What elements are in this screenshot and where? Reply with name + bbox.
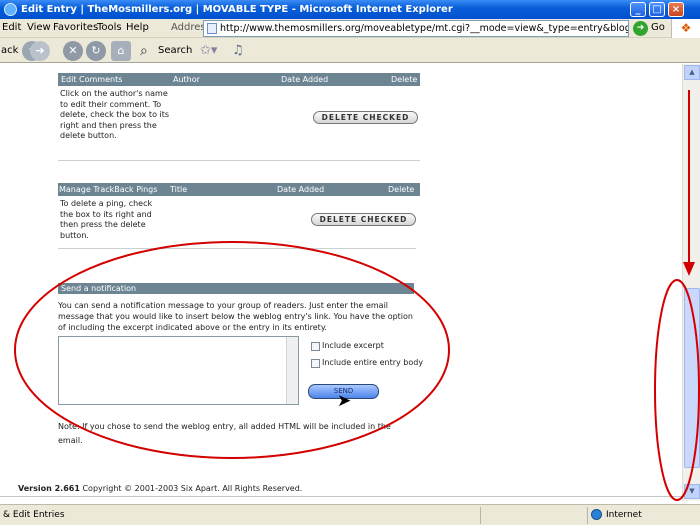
media-icon[interactable]: ♫ [232,43,244,58]
back-button[interactable]: ack [1,45,18,56]
ie-logo-icon [4,3,17,16]
delete-comments-button[interactable]: DELETE CHECKED [313,111,418,124]
window-title: Edit Entry | TheMosmillers.org | MOVABLE… [21,4,453,15]
html-note: Note: If you chose to send the weblog en… [58,422,391,445]
include-body-checkbox[interactable] [311,359,320,368]
page-content: Edit Comments Author Date Added Delete C… [0,64,682,501]
col-delete: Delete [388,185,415,194]
go-arrow-icon[interactable]: ➔ [633,21,648,36]
windows-logo-icon: ❖ [671,19,700,38]
search-icon: ⌕ [140,43,148,59]
forward-icon[interactable]: ➔ [30,41,50,61]
include-excerpt-label: Include excerpt [322,341,384,350]
address-value: http://www.themosmillers.org/moveabletyp… [220,23,628,34]
scroll-thumb[interactable] [684,288,700,468]
delete-pings-button[interactable]: DELETE CHECKED [311,213,416,226]
scroll-down-arrow[interactable]: ▼ [684,484,700,499]
col-manage-trackback: Manage TrackBack Pings [59,185,158,194]
version: Version 2.661 [18,484,80,493]
favorites-icon[interactable]: ✩▾ [200,43,217,58]
close-button[interactable]: × [668,2,684,17]
footer: Version 2.661 Copyright © 2001-2003 Six … [18,484,302,493]
page-icon [207,23,217,34]
stop-icon[interactable]: ✕ [63,41,83,61]
footer-divider [0,496,682,497]
title-bar: Edit Entry | TheMosmillers.org | MOVABLE… [0,0,700,19]
copyright: Copyright © 2001-2003 Six Apart. All Rig… [82,484,303,493]
toolbar: ack ▾ ➔ ✕ ↻ ⌂ ⌕ Search ✩▾ ♫ [0,38,700,63]
divider [58,160,420,161]
search-button[interactable]: Search [158,45,192,56]
trackback-header: Manage TrackBack Pings Title Date Added … [58,183,420,196]
zone-label: Internet [606,510,642,520]
col-date-added: Date Added [277,185,325,194]
col-edit-comments: Edit Comments [61,75,123,84]
status-separator [480,507,481,524]
globe-icon [591,509,602,520]
minimize-button[interactable]: _ [630,2,646,17]
trackback-instructions: To delete a ping, check the box to its r… [60,199,153,240]
col-delete: Delete [391,75,418,84]
notification-textarea[interactable] [58,336,299,405]
go-button[interactable]: Go [651,22,665,33]
comments-header: Edit Comments Author Date Added Delete [58,73,420,86]
menu-tools[interactable]: Tools [97,22,122,33]
refresh-icon[interactable]: ↻ [86,41,106,61]
menu-help[interactable]: Help [126,22,149,33]
comments-instructions: Click on the author's name to edit their… [60,89,170,140]
status-bar: & Edit Entries Internet [0,504,700,525]
textarea-scrollbar[interactable] [286,337,298,404]
mouse-pointer-icon: ➤ [337,391,352,411]
menu-favorites[interactable]: Favorites [53,22,98,33]
menu-view[interactable]: View [27,22,51,33]
vertical-scrollbar[interactable]: ▲ ▼ [682,64,700,501]
col-author: Author [173,75,200,84]
include-body-label: Include entire entry body [322,358,424,367]
home-icon[interactable]: ⌂ [111,41,131,61]
maximize-button[interactable]: □ [649,2,665,17]
notification-description: You can send a notification message to y… [58,301,413,332]
notification-header: Send a notification [58,283,414,294]
status-text: & Edit Entries [3,510,65,520]
scroll-up-arrow[interactable]: ▲ [684,65,700,80]
col-date-added: Date Added [281,75,329,84]
status-separator [587,507,588,524]
address-input[interactable]: http://www.themosmillers.org/moveabletyp… [203,20,629,37]
col-title: Title [170,185,188,194]
menu-edit[interactable]: Edit [2,22,21,33]
divider [58,248,416,249]
menu-bar: Edit View Favorites Tools Help Address h… [0,19,700,38]
include-excerpt-checkbox[interactable] [311,342,320,351]
